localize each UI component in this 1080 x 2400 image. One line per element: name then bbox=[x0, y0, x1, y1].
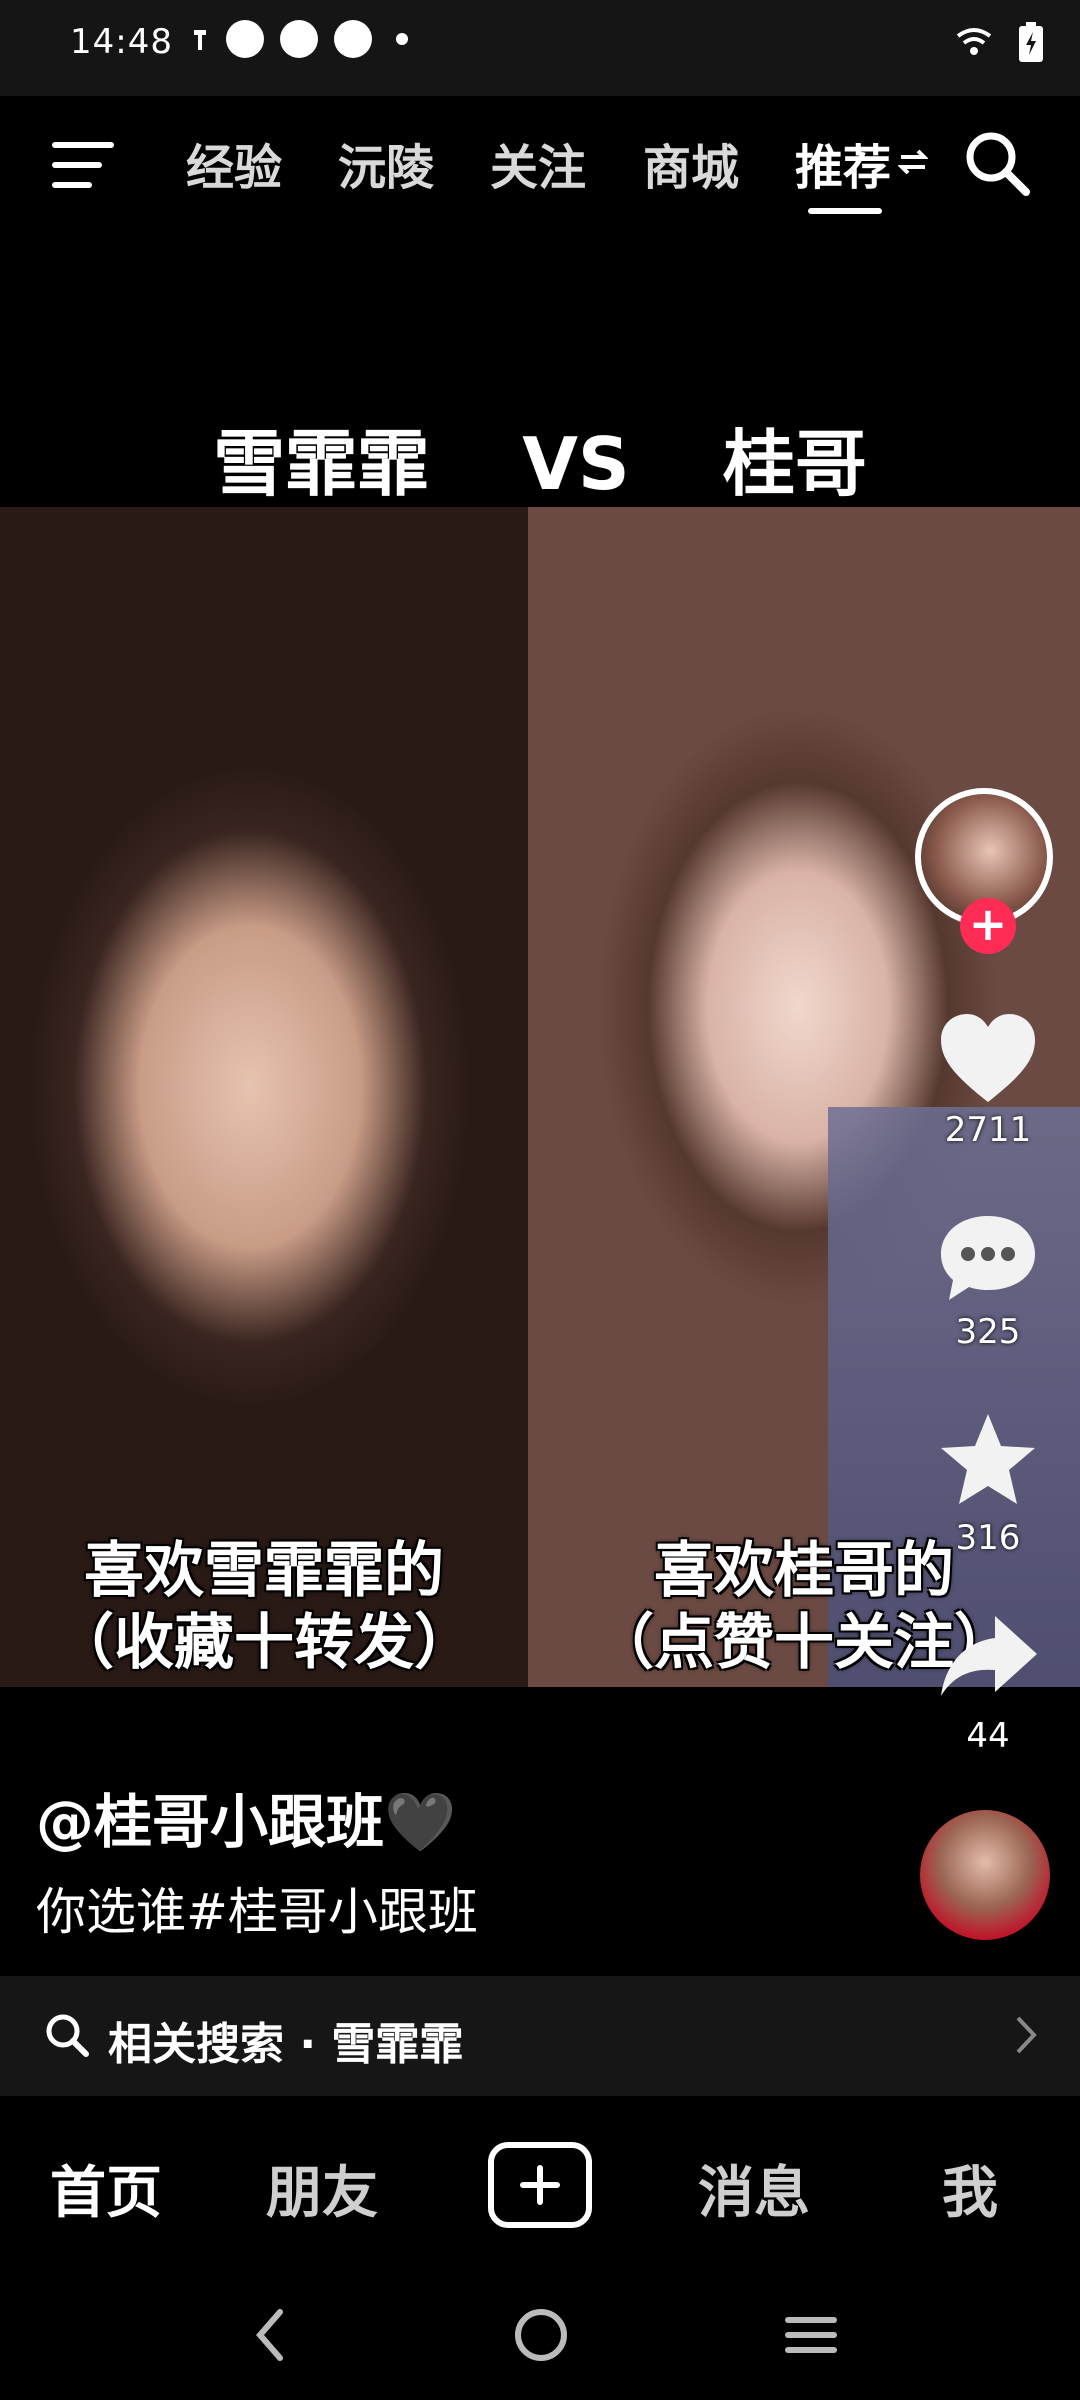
battery-charging-icon bbox=[1019, 22, 1043, 62]
more-notifications-dot bbox=[396, 33, 408, 45]
title-vs: VS bbox=[522, 422, 630, 506]
search-icon[interactable] bbox=[962, 128, 1032, 198]
app-notification-icon bbox=[334, 20, 372, 58]
comment-icon[interactable] bbox=[935, 1208, 1041, 1308]
active-tab-indicator bbox=[808, 208, 882, 214]
music-disc-avatar[interactable] bbox=[920, 1810, 1050, 1940]
tab-following[interactable]: 关注 bbox=[490, 128, 586, 198]
title-right: 桂哥 bbox=[722, 422, 867, 506]
status-time: 14:48 bbox=[70, 22, 173, 62]
create-post-button[interactable] bbox=[488, 2142, 592, 2228]
bottom-tab-home[interactable]: 首页 bbox=[50, 2148, 162, 2229]
like-heart-icon[interactable] bbox=[935, 1010, 1041, 1110]
favorite-star-icon[interactable] bbox=[935, 1410, 1041, 1510]
video-title: 雪霏霏 VS 桂哥 bbox=[0, 405, 1080, 510]
video-left-portrait bbox=[0, 507, 528, 1687]
chevron-right-icon[interactable] bbox=[1012, 2010, 1042, 2060]
caption-left-line2: （收藏十转发） bbox=[54, 1608, 474, 1678]
title-left: 雪霏霏 bbox=[213, 422, 430, 506]
tab-jingyan[interactable]: 经验 bbox=[186, 128, 282, 198]
bottom-tab-me[interactable]: 我 bbox=[942, 2148, 998, 2229]
menu-icon[interactable] bbox=[52, 140, 114, 190]
share-arrow-icon[interactable] bbox=[935, 1608, 1041, 1708]
app-notification-icon bbox=[280, 20, 318, 58]
tab-yuanling[interactable]: 沅陵 bbox=[338, 128, 434, 198]
share-count: 44 bbox=[966, 1716, 1010, 1756]
tab-mall[interactable]: 商城 bbox=[643, 128, 739, 198]
home-circle-icon[interactable] bbox=[510, 2300, 572, 2370]
recents-menu-icon[interactable] bbox=[782, 2300, 840, 2370]
author-handle[interactable]: @桂哥小跟班🖤 bbox=[36, 1775, 456, 1859]
follow-plus-icon[interactable]: + bbox=[960, 898, 1016, 954]
comment-count: 325 bbox=[955, 1312, 1021, 1352]
bottom-tab-friends[interactable]: 朋友 bbox=[266, 2148, 378, 2229]
favorite-count: 316 bbox=[955, 1518, 1021, 1558]
swap-icon[interactable] bbox=[898, 148, 928, 176]
like-count: 2711 bbox=[944, 1110, 1032, 1150]
caption-left-line1: 喜欢雪霏霏的 bbox=[84, 1536, 444, 1606]
caption-left: 喜欢雪霏霏的 （收藏十转发） bbox=[0, 1535, 528, 1679]
wifi-icon bbox=[956, 28, 992, 55]
back-icon[interactable] bbox=[250, 2300, 290, 2370]
tab-recommended[interactable]: 推荐 bbox=[795, 128, 891, 198]
usb-icon bbox=[194, 30, 206, 50]
notification-icons bbox=[190, 20, 408, 58]
post-description[interactable]: 你选谁#桂哥小跟班 bbox=[36, 1872, 478, 1944]
app-notification-icon bbox=[226, 20, 264, 58]
bottom-tab-messages[interactable]: 消息 bbox=[698, 2148, 810, 2229]
status-right bbox=[954, 22, 1044, 62]
search-icon bbox=[46, 2014, 89, 2057]
related-search-label[interactable]: 相关搜索 · 雪霏霏 bbox=[108, 2008, 463, 2072]
